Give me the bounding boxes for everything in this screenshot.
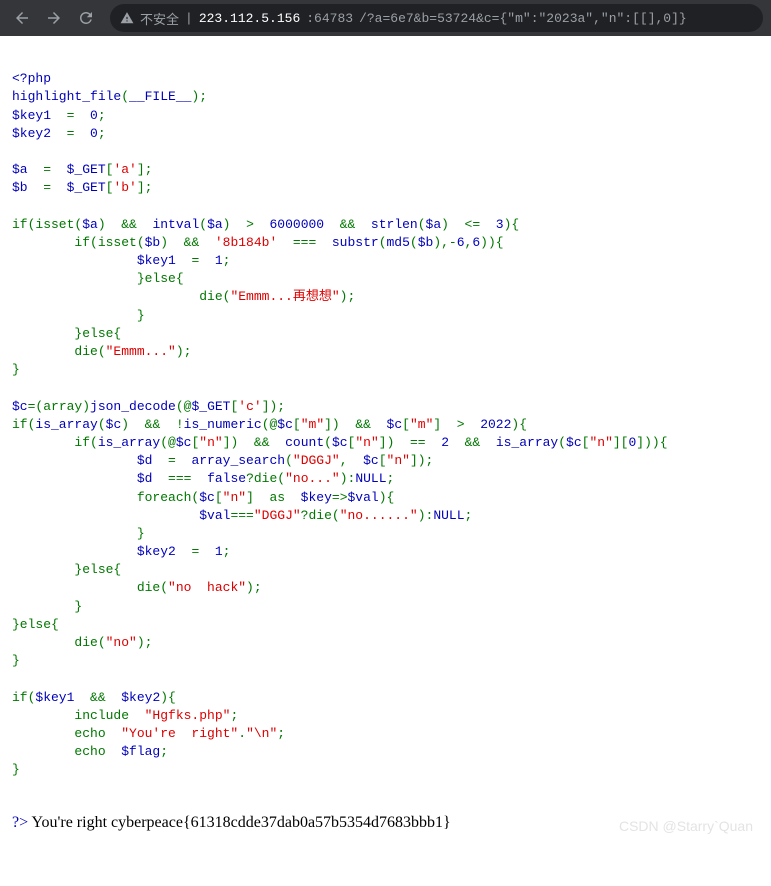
url-path: /?a=6e7&b=53724&c={"m":"2023a","n":[[],0… bbox=[359, 11, 687, 26]
output-text: ?> You're right cyberpeace{61318cdde37da… bbox=[12, 812, 759, 834]
warning-icon bbox=[120, 11, 134, 25]
back-button[interactable] bbox=[8, 4, 36, 32]
page-content: <?php highlight_file(__FILE__); $key1 = … bbox=[0, 36, 771, 886]
security-label: 不安全 bbox=[140, 9, 179, 28]
address-bar[interactable]: 不安全 | 223.112.5.156 :64783 /?a=6e7&b=53724… bbox=[110, 4, 763, 32]
browser-toolbar: 不安全 | 223.112.5.156 :64783 /?a=6e7&b=53724… bbox=[0, 0, 771, 36]
forward-button[interactable] bbox=[40, 4, 68, 32]
reload-button[interactable] bbox=[72, 4, 100, 32]
url-port: :64783 bbox=[306, 11, 353, 26]
url-host: 223.112.5.156 bbox=[199, 11, 300, 26]
separator: | bbox=[185, 11, 193, 26]
php-code: <?php highlight_file(__FILE__); $key1 = … bbox=[12, 70, 759, 779]
